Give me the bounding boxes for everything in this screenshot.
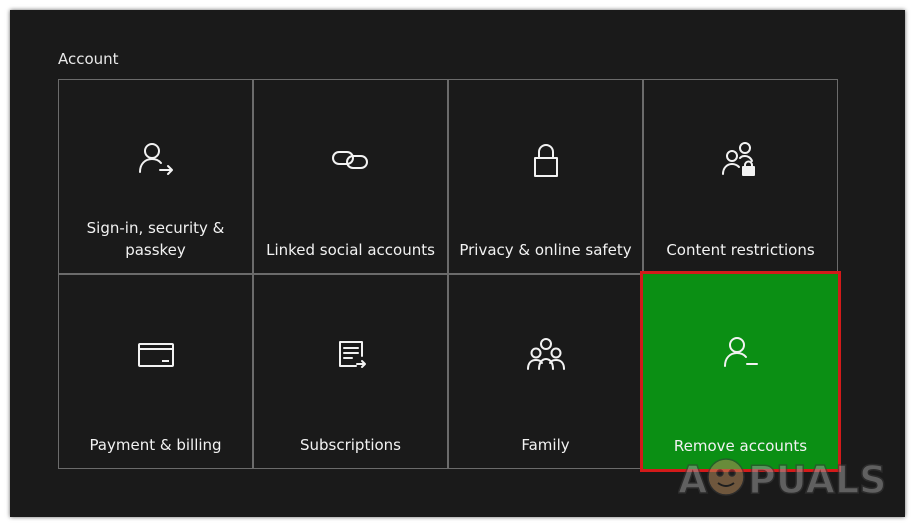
tile-family[interactable]: Family [448,274,643,469]
tile-label: Payment & billing [89,436,222,454]
tile-subscriptions[interactable]: Subscriptions [253,274,448,469]
user-remove-icon [719,332,763,376]
tile-label: Family [521,436,570,454]
account-tiles-grid: Sign-in, security & passkey Linked socia… [58,79,841,472]
section-title: Account [58,50,119,68]
tile-payment-billing[interactable]: Payment & billing [58,274,253,469]
tile-content-restrictions[interactable]: Content restrictions [643,79,838,274]
tile-linked-social-accounts[interactable]: Linked social accounts [253,79,448,274]
user-arrow-icon [134,138,178,182]
users-lock-icon [719,138,763,182]
account-settings-screen: Account Sign-in, security & passkey Link… [10,10,905,517]
tile-label: Privacy & online safety [459,241,632,259]
tile-privacy-online-safety[interactable]: Privacy & online safety [448,79,643,274]
subscription-list-icon [329,333,373,377]
lock-icon [524,138,568,182]
tile-label: Content restrictions [666,241,815,259]
family-icon [524,333,568,377]
tile-label: Linked social accounts [266,241,435,259]
link-icon [329,138,373,182]
tile-remove-accounts[interactable]: Remove accounts [640,271,841,472]
tile-label: Sign-in, security & passkey [86,219,225,259]
credit-card-icon [134,333,178,377]
tile-sign-in-security[interactable]: Sign-in, security & passkey [58,79,253,274]
tile-label: Remove accounts [673,437,808,455]
tile-label: Subscriptions [299,436,401,454]
